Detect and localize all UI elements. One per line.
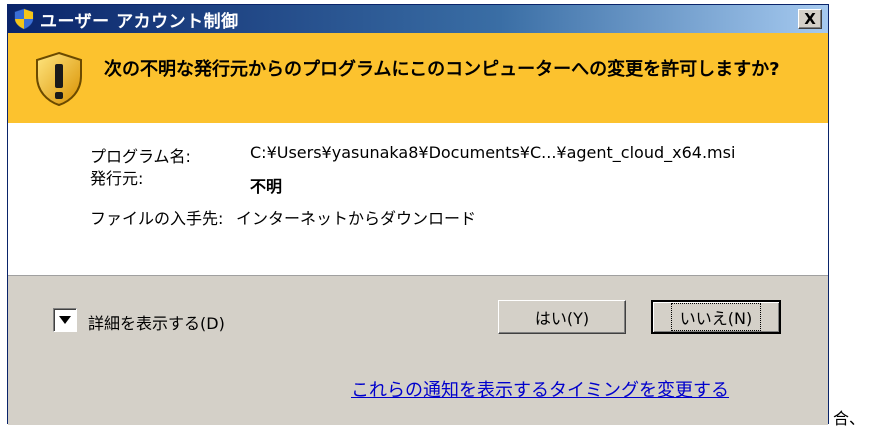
program-details: プログラム名: C:¥Users¥yasunaka8¥Documents¥C..… bbox=[8, 123, 828, 275]
shield-icon bbox=[12, 7, 36, 31]
publisher-value: 不明 bbox=[250, 177, 283, 196]
no-button[interactable]: いいえ(N) bbox=[651, 300, 781, 334]
publisher-label: 発行元: bbox=[90, 169, 144, 188]
program-label: プログラム名: bbox=[90, 147, 191, 166]
chevron-down-icon bbox=[59, 316, 71, 324]
yes-button-label: はい(Y) bbox=[534, 309, 590, 328]
details-toggle-label[interactable]: 詳細を表示する(D) bbox=[88, 310, 225, 334]
source-label: ファイルの入手先: bbox=[90, 209, 224, 228]
warning-message: 次の不明な発行元からのプログラムにこのコンピューターへの変更を許可しますか? bbox=[104, 59, 780, 80]
uac-dialog: ユーザー アカウント制御 X 次の不明な発行元からのプログラムにこのコンピュータ… bbox=[7, 4, 829, 425]
warning-shield-icon bbox=[34, 51, 84, 107]
warning-banner: 次の不明な発行元からのプログラムにこのコンピューターへの変更を許可しますか? bbox=[8, 33, 828, 123]
close-icon: X bbox=[804, 9, 816, 28]
no-button-label: いいえ(N) bbox=[670, 303, 762, 331]
window-title: ユーザー アカウント制御 bbox=[40, 11, 239, 32]
details-toggle-button[interactable] bbox=[53, 308, 77, 332]
notification-settings-link[interactable]: これらの通知を表示するタイミングを変更する bbox=[351, 376, 729, 402]
background-text: 合、 bbox=[833, 409, 866, 427]
action-area: 詳細を表示する(D) はい(Y) いいえ(N) これらの通知を表示するタイミング… bbox=[8, 275, 828, 425]
close-button[interactable]: X bbox=[798, 9, 822, 29]
yes-button[interactable]: はい(Y) bbox=[498, 300, 626, 334]
source-value: インターネットからダウンロード bbox=[236, 209, 477, 228]
program-value: C:¥Users¥yasunaka8¥Documents¥C...¥agent_… bbox=[250, 143, 736, 162]
title-bar[interactable]: ユーザー アカウント制御 X bbox=[8, 5, 828, 33]
